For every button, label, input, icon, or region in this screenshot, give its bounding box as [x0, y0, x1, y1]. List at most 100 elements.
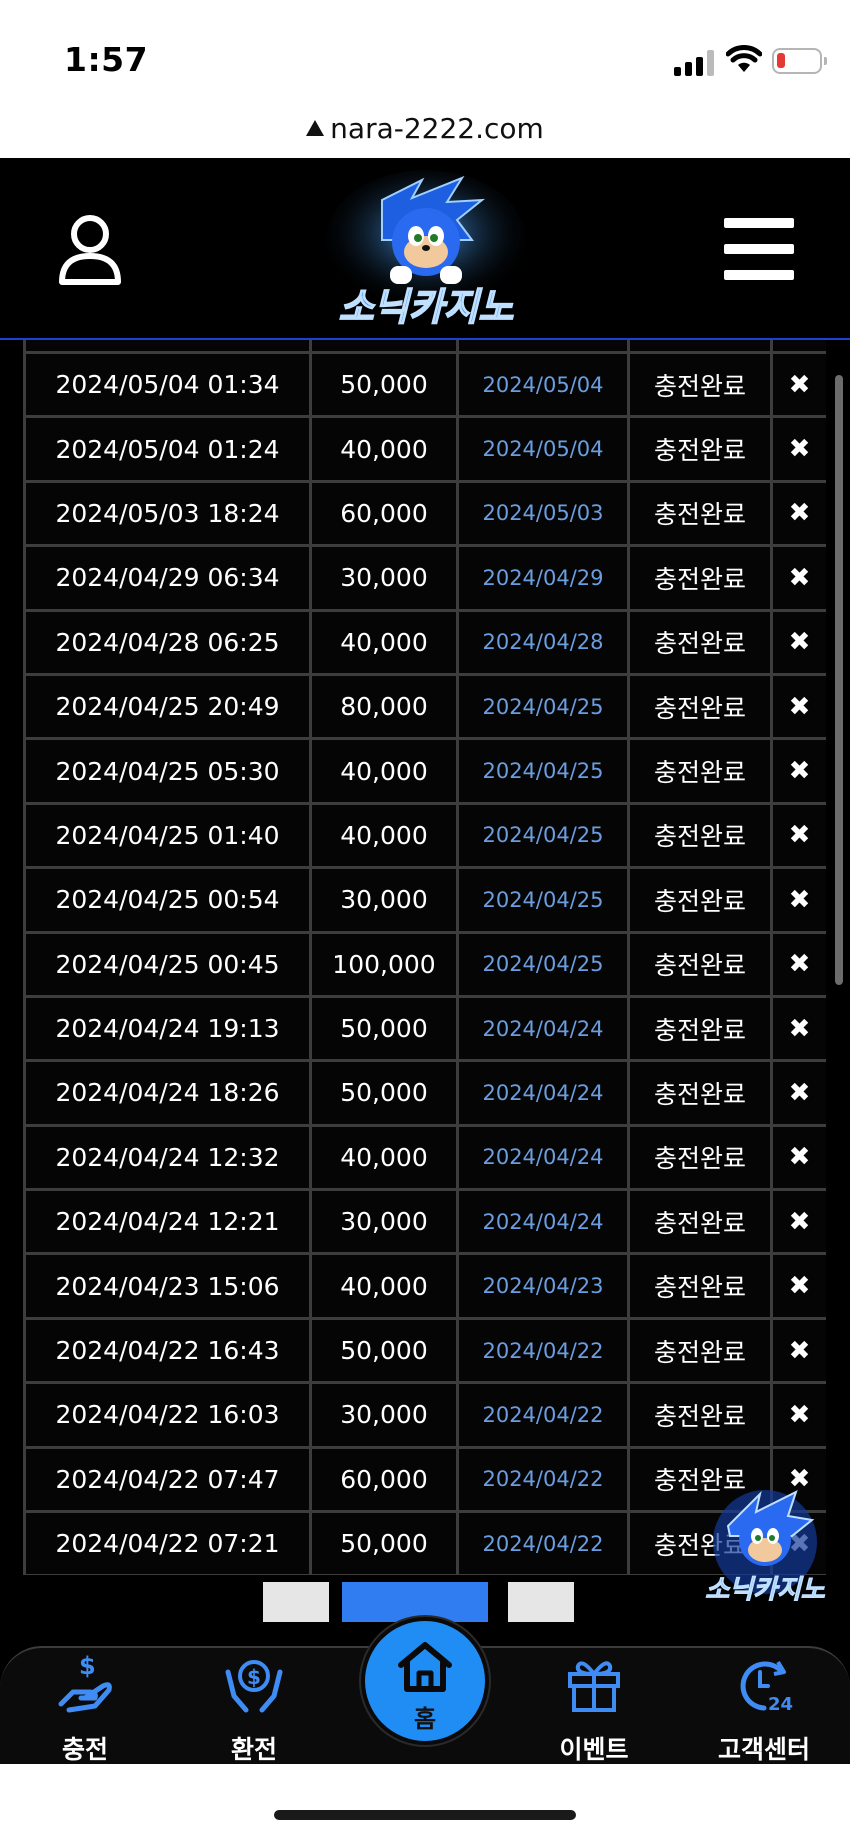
home-indicator[interactable] [274, 1810, 576, 1820]
table-row: 2024/05/04 01:34 50,000 2024/05/04 충전완료 ✖ [23, 350, 826, 419]
battery-icon [772, 48, 827, 74]
hand-dollar-icon: $ [225, 1660, 283, 1713]
table-row: 2024/04/22 16:43 50,000 2024/04/22 충전완료 ✖ [23, 1316, 826, 1385]
nav-deposit-label: 충전 [61, 1735, 108, 1764]
status-cell: 충전완료 [627, 994, 773, 1063]
status-cell: 충전완료 [627, 415, 773, 483]
table-row: 2024/04/22 16:03 30,000 2024/04/22 충전완료 ✖ [23, 1381, 826, 1449]
delete-icon[interactable]: ✖ [770, 1123, 826, 1192]
processed-date-cell: 2024/04/25 [456, 930, 630, 998]
status-cell: 충전완료 [627, 801, 773, 870]
status-cell: 충전완료 [627, 350, 773, 419]
nav-withdraw-label: 환전 [230, 1735, 277, 1764]
table-row: 2024/04/28 06:25 40,000 2024/04/28 충전완료 ✖ [23, 608, 826, 676]
delete-icon[interactable]: ✖ [770, 930, 826, 998]
amount-cell: 30,000 [309, 1188, 459, 1256]
nav-home[interactable]: 홈 [361, 1617, 489, 1745]
request-datetime-cell: 2024/04/25 20:49 [23, 672, 312, 741]
processed-date-cell: 2024/04/23 [456, 1252, 630, 1320]
table-row: 2024/04/25 00:45 100,000 2024/04/25 충전완료 ✖ [23, 930, 826, 998]
delete-icon[interactable]: ✖ [770, 672, 826, 741]
home-indicator-area [0, 1764, 850, 1841]
cellular-signal-icon [674, 50, 716, 76]
floating-logo-text: 소닉카지노 [705, 1575, 825, 1605]
delete-icon[interactable]: ✖ [770, 608, 826, 676]
gift-icon [568, 1661, 620, 1712]
delete-icon[interactable]: ✖ [770, 801, 826, 870]
amount-cell: 40,000 [309, 1252, 459, 1320]
amount-cell: 40,000 [309, 415, 459, 483]
site-logo[interactable]: 소닉카지노 [312, 170, 540, 334]
delete-icon[interactable]: ✖ [770, 866, 826, 934]
svg-text:$: $ [79, 1652, 96, 1680]
table-row: 2024/04/25 00:54 30,000 2024/04/25 충전완료 ✖ [23, 866, 826, 934]
nav-event[interactable]: 이벤트 [529, 1648, 659, 1768]
request-datetime-cell: 2024/05/04 01:34 [23, 350, 312, 419]
processed-date-cell: 2024/04/25 [456, 737, 630, 805]
processed-date-cell: 2024/04/24 [456, 994, 630, 1063]
nav-support[interactable]: 24 고객센터 [699, 1648, 829, 1768]
nav-support-label: 고객센터 [717, 1735, 810, 1764]
user-icon[interactable] [58, 214, 122, 286]
amount-cell: 80,000 [309, 672, 459, 741]
status-time: 1:57 [64, 40, 149, 79]
nav-deposit[interactable]: $ 충전 [20, 1648, 150, 1768]
amount-cell: 40,000 [309, 801, 459, 870]
status-cell: 충전완료 [627, 608, 773, 676]
pagination-prev-button[interactable] [263, 1582, 329, 1622]
browser-url-bar[interactable]: nara-2222.com [0, 104, 850, 158]
pagination-next-button[interactable] [508, 1582, 574, 1622]
delete-icon[interactable]: ✖ [770, 1059, 826, 1127]
request-datetime-cell: 2024/04/25 01:40 [23, 801, 312, 870]
status-bar: 1:57 [0, 0, 850, 104]
request-datetime-cell: 2024/04/22 07:47 [23, 1445, 312, 1514]
request-datetime-cell: 2024/04/25 05:30 [23, 737, 312, 805]
processed-date-cell: 2024/04/22 [456, 1445, 630, 1514]
delete-icon[interactable]: ✖ [770, 350, 826, 419]
status-cell: 충전완료 [627, 1188, 773, 1256]
processed-date-cell: 2024/04/24 [456, 1188, 630, 1256]
delete-icon[interactable]: ✖ [770, 994, 826, 1063]
delete-icon[interactable]: ✖ [770, 1316, 826, 1385]
status-cell: 충전완료 [627, 1252, 773, 1320]
nav-event-label: 이벤트 [559, 1735, 629, 1764]
table-row: 2024/04/25 05:30 40,000 2024/04/25 충전완료 ✖ [23, 737, 826, 805]
wifi-icon [726, 45, 762, 72]
pagination-current-page[interactable] [342, 1582, 488, 1622]
status-cell: 충전완료 [627, 930, 773, 998]
deposit-history-table: 2024/05/04 01:34 50,000 2024/05/04 충전완료 ✖ 202… [23, 340, 826, 1575]
table-row: 2024/04/29 06:34 30,000 2024/04/29 충전완료 ✖ [23, 544, 826, 612]
request-datetime-cell: 2024/04/25 00:54 [23, 866, 312, 934]
status-cell: 충전완료 [627, 737, 773, 805]
processed-date-cell: 2024/04/24 [456, 1059, 630, 1127]
request-datetime-cell: 2024/05/04 01:24 [23, 415, 312, 483]
processed-date-cell: 2024/04/22 [456, 1381, 630, 1449]
status-cell: 충전완료 [627, 1123, 773, 1192]
processed-date-cell: 2024/04/25 [456, 801, 630, 870]
delete-icon[interactable]: ✖ [770, 1381, 826, 1449]
processed-date-cell: 2024/04/28 [456, 608, 630, 676]
delete-icon[interactable]: ✖ [770, 544, 826, 612]
amount-cell: 60,000 [309, 479, 459, 548]
delete-icon[interactable]: ✖ [770, 415, 826, 483]
request-datetime-cell: 2024/04/24 12:21 [23, 1188, 312, 1256]
amount-cell: 50,000 [309, 1316, 459, 1385]
floating-logo-button[interactable]: 소닉카지노 [700, 1480, 830, 1610]
warning-icon [306, 120, 325, 136]
request-datetime-cell: 2024/04/25 00:45 [23, 930, 312, 998]
nav-withdraw[interactable]: $ 환전 [189, 1648, 319, 1768]
scrollbar[interactable] [835, 375, 843, 985]
delete-icon[interactable]: ✖ [770, 1252, 826, 1320]
processed-date-cell: 2024/04/29 [456, 544, 630, 612]
hamburger-menu-icon[interactable] [724, 218, 794, 280]
amount-cell: 40,000 [309, 608, 459, 676]
delete-icon[interactable]: ✖ [770, 479, 826, 548]
amount-cell: 40,000 [309, 737, 459, 805]
request-datetime-cell: 2024/04/22 16:43 [23, 1316, 312, 1385]
delete-icon[interactable]: ✖ [770, 737, 826, 805]
table-row: 2024/04/24 12:32 40,000 2024/04/24 충전완료 ✖ [23, 1123, 826, 1192]
logo-text: 소닉카지노 [339, 285, 514, 329]
delete-icon[interactable]: ✖ [770, 1188, 826, 1256]
processed-date-cell [456, 340, 630, 354]
table-row: 2024/04/24 18:26 50,000 2024/04/24 충전완료 ✖ [23, 1059, 826, 1127]
